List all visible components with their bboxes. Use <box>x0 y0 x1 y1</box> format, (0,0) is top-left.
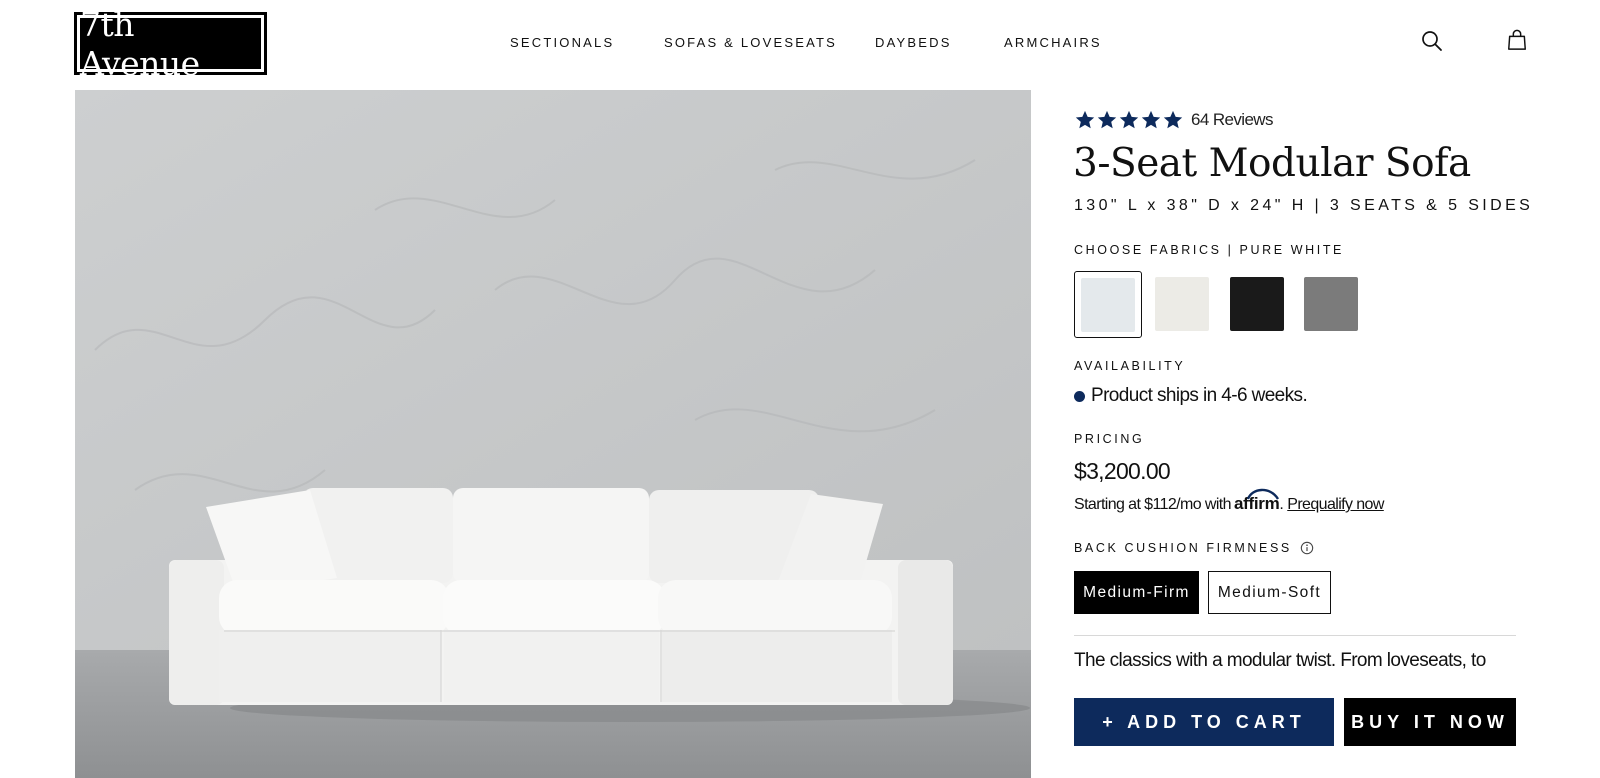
buy-now-button[interactable]: BUY IT NOW <box>1344 698 1516 746</box>
fabric-label: CHOOSE FABRICS | PURE WHITE <box>1074 243 1344 257</box>
logo-text: 7th Avenue <box>80 5 261 83</box>
nav-item-daybeds[interactable]: DAYBEDS <box>875 35 952 50</box>
financing-line: Starting at $112/mo with affirm . Prequa… <box>1074 488 1384 514</box>
divider <box>1074 635 1516 636</box>
swatch-color <box>1304 277 1358 331</box>
firmness-label: BACK CUSHION FIRMNESS <box>1074 541 1292 555</box>
status-dot-icon <box>1074 390 1085 402</box>
star-icon <box>1163 110 1183 129</box>
prequalify-link[interactable]: Prequalify now <box>1287 496 1384 514</box>
firmness-option-medium-firm[interactable]: Medium-Firm <box>1074 571 1199 614</box>
star-rating <box>1074 109 1184 131</box>
swatch-color <box>1081 278 1135 332</box>
add-to-cart-button[interactable]: + ADD TO CART <box>1074 698 1334 746</box>
nav-item-sofas-loveseats[interactable]: SOFAS & LOVESEATS <box>664 35 837 50</box>
affirm-logo: affirm <box>1234 488 1280 514</box>
product-title: 3-Seat Modular Sofa <box>1073 141 1471 186</box>
swatch-color <box>1155 277 1209 331</box>
availability-status: Product ships in 4-6 weeks. <box>1074 385 1308 407</box>
brand-logo[interactable]: 7th Avenue <box>74 5 267 83</box>
product-image[interactable] <box>75 90 1031 778</box>
shopping-bag-icon[interactable] <box>1506 29 1528 51</box>
nav-item-armchairs[interactable]: ARMCHAIRS <box>1004 35 1102 50</box>
pricing-label: PRICING <box>1074 432 1145 446</box>
star-icon <box>1075 110 1095 129</box>
search-icon[interactable] <box>1421 30 1443 52</box>
swatch-color <box>1230 277 1284 331</box>
swatch-cream[interactable] <box>1149 271 1217 338</box>
affirm-arc-icon <box>1246 488 1279 500</box>
swatch-black[interactable] <box>1224 271 1292 338</box>
star-icon <box>1097 110 1117 129</box>
product-price: $3,200.00 <box>1074 458 1171 484</box>
info-icon[interactable] <box>1300 541 1314 555</box>
firmness-option-medium-soft[interactable]: Medium-Soft <box>1208 571 1331 614</box>
star-icon <box>1141 110 1161 129</box>
product-description: The classics with a modular twist. From … <box>1074 650 1486 671</box>
availability-label: AVAILABILITY <box>1074 359 1186 373</box>
star-icon <box>1119 110 1139 129</box>
financing-text: Starting at $112/mo with <box>1074 496 1232 513</box>
rating[interactable]: 64 Reviews <box>1074 109 1273 131</box>
availability-text: Product ships in 4-6 weeks. <box>1091 385 1308 406</box>
description-clip: The classics with a modular twist. From … <box>1074 648 1516 682</box>
reviews-link[interactable]: 64 Reviews <box>1191 110 1273 130</box>
nav-item-sectionals[interactable]: SECTIONALS <box>510 35 614 50</box>
swatch-pure-white[interactable] <box>1074 271 1142 338</box>
firmness-header: BACK CUSHION FIRMNESS <box>1074 541 1314 555</box>
sofa-photo <box>75 90 1031 778</box>
swatch-grey[interactable] <box>1298 271 1366 338</box>
product-dimensions: 130" L x 38" D x 24" H | 3 SEATS & 5 SID… <box>1074 197 1534 214</box>
